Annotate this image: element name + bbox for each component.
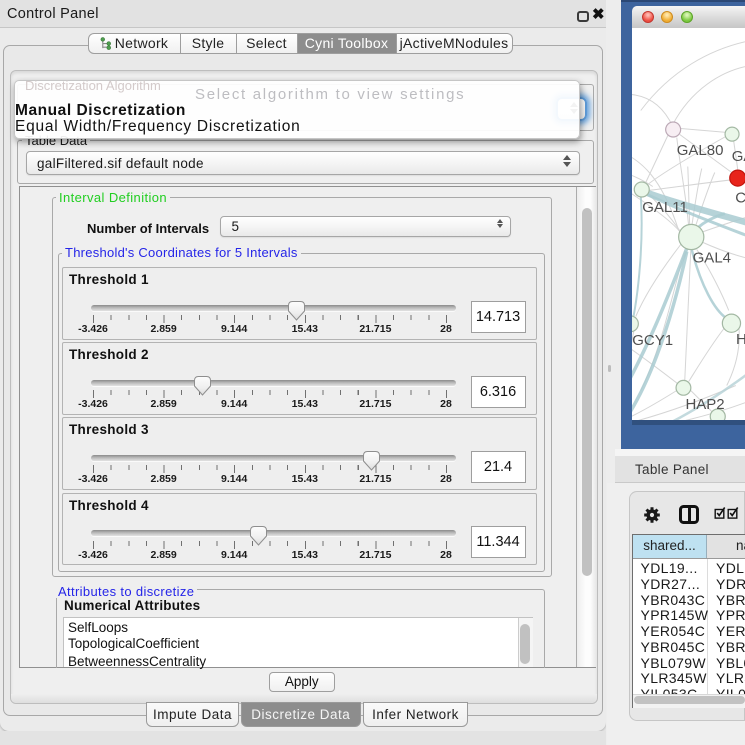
svg-text:GCY1: GCY1	[632, 332, 673, 349]
svg-text:GA: GA	[731, 148, 745, 165]
svg-text:H: H	[736, 331, 745, 348]
svg-text:GAL4: GAL4	[692, 249, 730, 266]
svg-text:GAL80: GAL80	[676, 142, 723, 159]
svg-text:GAL11: GAL11	[642, 199, 688, 216]
svg-text:C: C	[735, 189, 745, 206]
svg-text:HAP2: HAP2	[685, 396, 724, 413]
